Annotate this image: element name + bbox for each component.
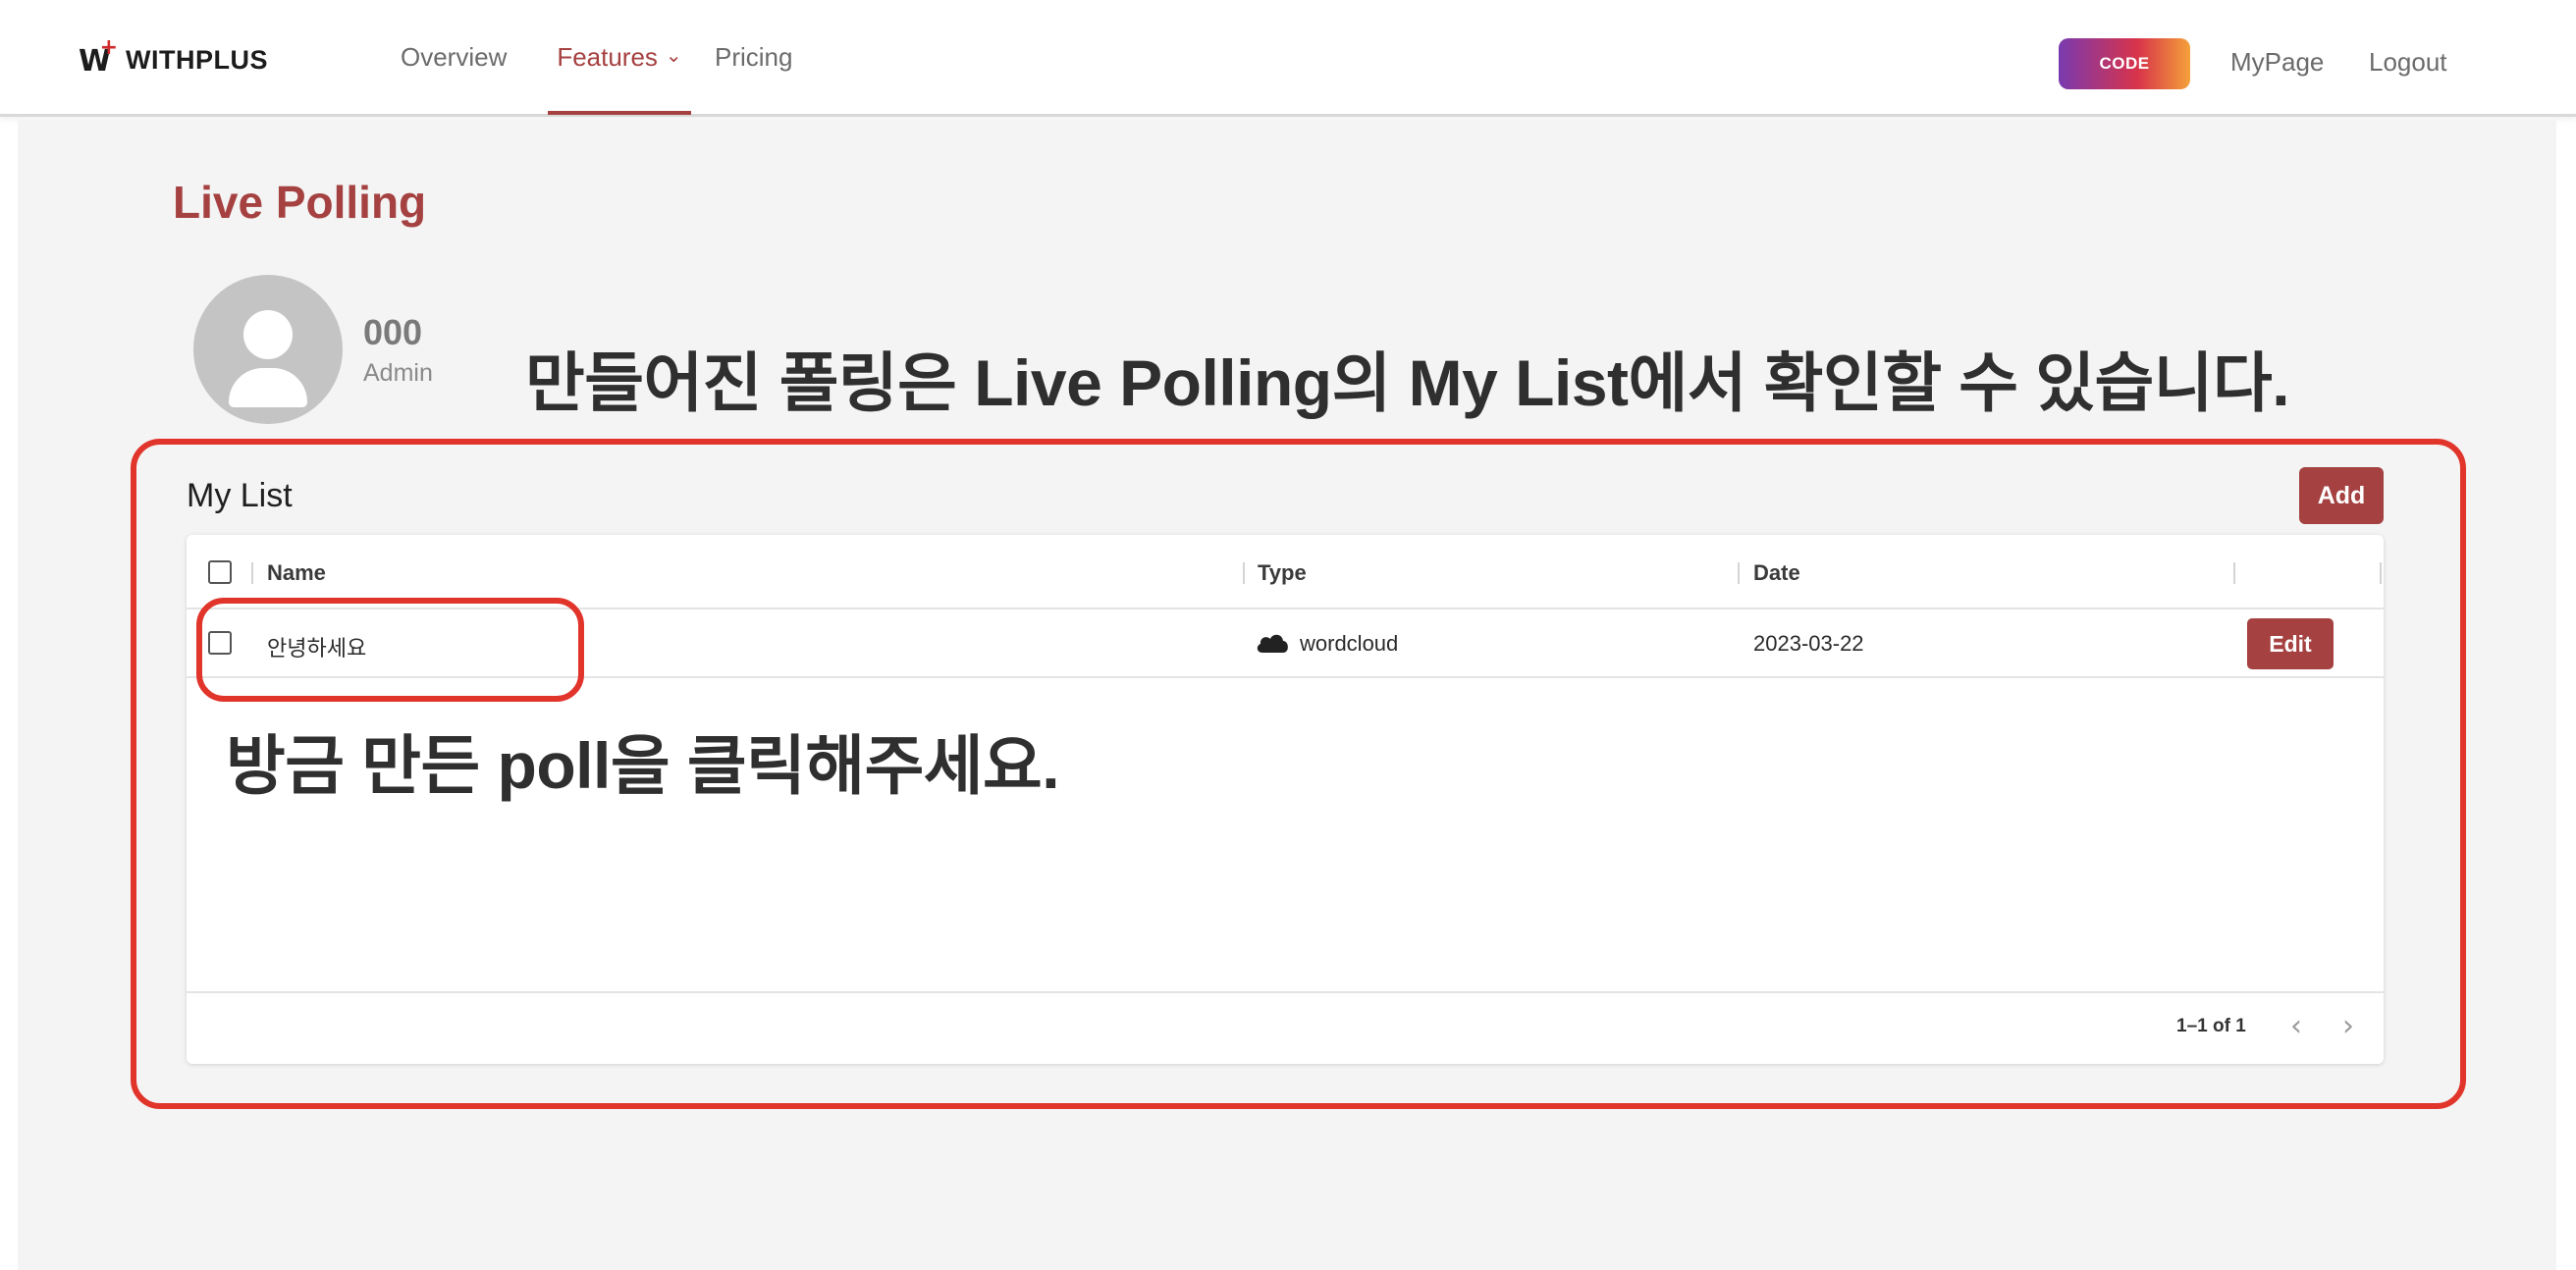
chevron-down-icon: ⌄: [665, 44, 682, 67]
add-button[interactable]: Add: [2299, 467, 2384, 524]
code-button[interactable]: CODE: [2059, 38, 2190, 89]
edit-button[interactable]: Edit: [2247, 618, 2334, 669]
column-separator: [2233, 562, 2235, 584]
nav-features-label: Features: [557, 41, 658, 72]
avatar-person-icon: [243, 310, 293, 359]
withplus-logo[interactable]: W + WITHPLUS: [79, 35, 268, 79]
column-separator: [2380, 562, 2382, 584]
mypage-link[interactable]: MyPage: [2230, 47, 2324, 78]
chevron-right-icon[interactable]: ›: [2342, 1009, 2354, 1043]
pagination-label: 1–1 of 1: [2176, 1016, 2246, 1036]
annotation-top: 만들어진 폴링은 Live Polling의 My List에서 확인할 수 있…: [525, 346, 2290, 419]
mylist-title: My List: [187, 477, 293, 514]
avatar: [193, 275, 343, 424]
column-header-name[interactable]: Name: [267, 560, 326, 586]
chevron-left-icon[interactable]: ‹: [2290, 1009, 2302, 1043]
column-separator: [1243, 562, 1245, 584]
annotation-outline-row: [196, 598, 584, 702]
user-role: Admin: [363, 359, 433, 387]
column-separator: [1738, 562, 1740, 584]
poll-type: wordcloud: [1300, 631, 1399, 656]
cloud-icon: [1257, 634, 1288, 653]
nav-pricing[interactable]: Pricing: [715, 0, 792, 114]
logout-link[interactable]: Logout: [2369, 47, 2447, 78]
column-header-date[interactable]: Date: [1753, 560, 1800, 586]
select-all-checkbox[interactable]: [208, 560, 232, 584]
nav-features[interactable]: Features ⌄: [548, 0, 691, 115]
nav-overview[interactable]: Overview: [401, 0, 538, 114]
logo-text: WITHPLUS: [126, 44, 268, 75]
page-title: Live Polling: [173, 177, 427, 228]
avatar-person-body: [229, 368, 307, 407]
column-header-type[interactable]: Type: [1258, 560, 1307, 586]
poll-date: 2023-03-22: [1753, 631, 1864, 656]
logo-mark-icon: W +: [79, 35, 118, 79]
user-name: 000: [363, 312, 423, 352]
column-separator: [251, 562, 253, 584]
top-navbar: W + WITHPLUS Overview Features ⌄ Pricing …: [0, 0, 2576, 117]
main-nav: Overview Features ⌄ Pricing: [401, 0, 792, 117]
annotation-middle: 방금 만든 poll을 클릭해주세요.: [226, 729, 1060, 802]
table-footer-divider: [187, 991, 2384, 993]
